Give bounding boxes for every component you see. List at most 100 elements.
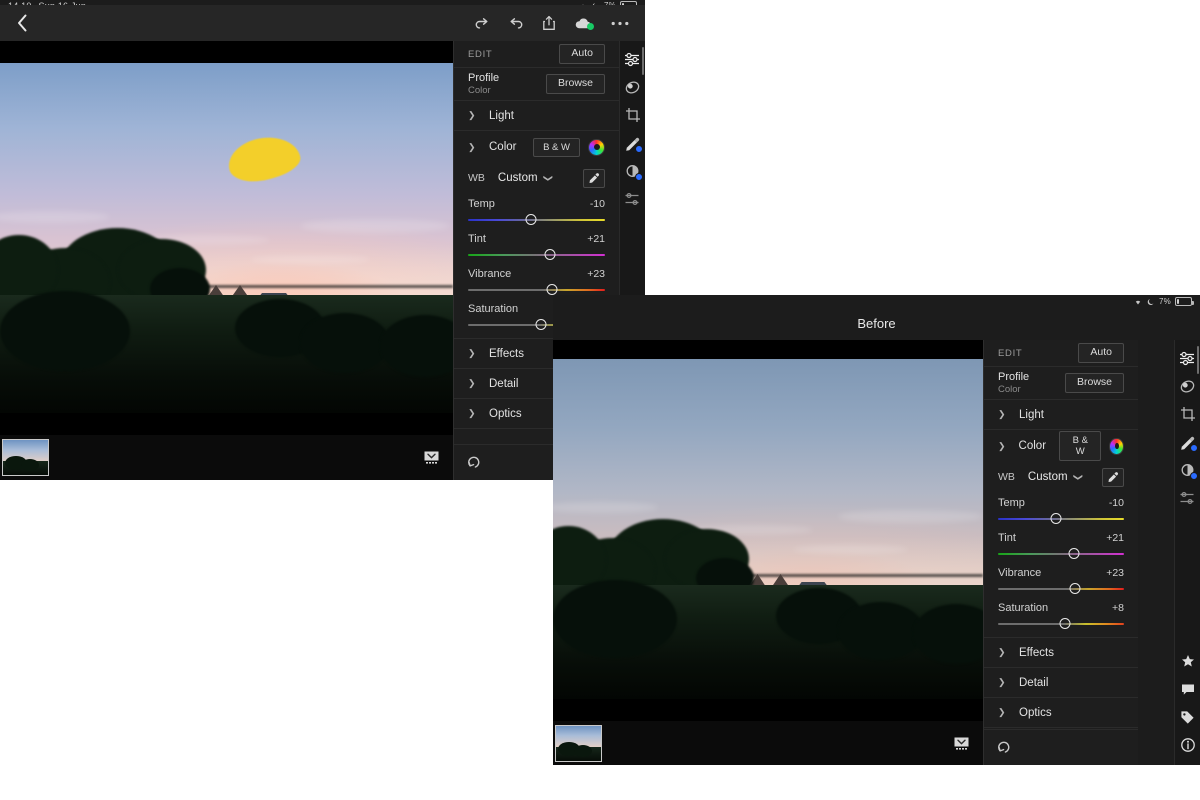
section-detail-label: Detail (489, 377, 519, 390)
section-color[interactable]: ❯ Color B & W (454, 131, 619, 163)
slider-saturation-value: +8 (1112, 602, 1124, 614)
eyedropper-icon[interactable] (583, 168, 605, 188)
section-light[interactable]: ❯ Light (984, 400, 1138, 430)
section-optics-label: Optics (1019, 706, 1052, 719)
slider-temp-value: -10 (589, 198, 605, 210)
star-rating-icon[interactable] (1175, 647, 1200, 675)
filmstrip-bar (0, 435, 453, 480)
slider-tint[interactable]: Tint +21 (984, 527, 1138, 562)
healing-brush-icon[interactable] (620, 129, 645, 157)
profile-label: Profile (998, 371, 1030, 383)
comments-icon[interactable] (1175, 675, 1200, 703)
section-optics[interactable]: ❯ Optics (984, 698, 1138, 728)
section-effects-label: Effects (489, 347, 524, 360)
section-color[interactable]: ❯ Color B & W (984, 430, 1138, 462)
section-detail[interactable]: ❯ Detail (984, 668, 1138, 698)
slider-temp-label: Temp (468, 198, 495, 210)
presets-icon[interactable] (620, 73, 645, 101)
masking-icon[interactable] (620, 157, 645, 185)
edit-panel-bottom: EDIT Auto Profile Color Browse ❯ Light ❯… (983, 340, 1138, 765)
profile-label: Profile (468, 72, 500, 84)
back-button[interactable] (0, 14, 44, 32)
battery-icon (1175, 297, 1194, 306)
chevron-right-icon: ❯ (468, 348, 476, 358)
reset-undo-icon[interactable] (468, 456, 483, 469)
section-detail-label: Detail (1019, 676, 1049, 689)
browse-button[interactable]: Browse (545, 74, 605, 94)
crop-icon[interactable] (1175, 400, 1200, 428)
slider-temp-label: Temp (998, 497, 1025, 509)
filmstrip-toggle-icon[interactable] (424, 451, 439, 464)
bw-toggle-button[interactable]: B & W (533, 137, 580, 157)
wb-value[interactable]: Custom (498, 172, 538, 184)
photo-edited (0, 63, 453, 413)
screen-root: 14.10 Sun 16 Jun 7% (0, 0, 1200, 800)
chevron-right-icon: ❯ (468, 110, 476, 120)
white-balance-row[interactable]: WB Custom ❯ (984, 462, 1138, 492)
eyedropper-icon[interactable] (1102, 467, 1124, 487)
section-color-label: Color (489, 141, 517, 153)
chevron-right-icon: ❯ (998, 409, 1006, 419)
section-effects[interactable]: ❯ Effects (984, 638, 1138, 668)
slider-vibrance[interactable]: Vibrance +23 (454, 263, 619, 298)
filmstrip-thumbnail[interactable] (2, 439, 49, 476)
slider-vibrance-label: Vibrance (998, 567, 1042, 579)
photo-canvas-edited[interactable] (0, 41, 453, 435)
profile-row[interactable]: Profile Color Browse (454, 68, 619, 101)
chevron-down-icon: ❯ (998, 440, 1006, 451)
keyword-tag-icon[interactable] (1175, 703, 1200, 731)
section-light[interactable]: ❯ Light (454, 101, 619, 131)
browse-button[interactable]: Browse (1064, 373, 1124, 393)
wb-value[interactable]: Custom (1028, 471, 1068, 483)
healing-brush-icon[interactable] (1175, 428, 1200, 456)
photo-canvas-before[interactable] (553, 340, 983, 721)
versions-icon[interactable] (620, 185, 645, 213)
chevron-down-icon: ❯ (543, 174, 554, 182)
chevron-right-icon: ❯ (998, 647, 1006, 657)
tool-rail-bottom (1174, 340, 1200, 765)
bw-toggle-button[interactable]: B & W (1059, 431, 1102, 461)
reset-undo-icon[interactable] (998, 741, 1013, 754)
photo-before (553, 359, 983, 699)
white-balance-row[interactable]: WB Custom ❯ (454, 163, 619, 193)
share-icon[interactable] (542, 15, 556, 31)
filmstrip-toggle-icon[interactable] (954, 737, 969, 750)
rail-scrollbar[interactable] (1197, 346, 1199, 374)
cloud-sync-icon[interactable] (574, 16, 594, 30)
info-icon[interactable] (1175, 731, 1200, 759)
slider-saturation[interactable]: Saturation +8 (984, 597, 1138, 637)
color-wheel-icon[interactable] (1109, 437, 1124, 455)
slider-temp[interactable]: Temp -10 (984, 492, 1138, 527)
rail-scrollbar[interactable] (642, 47, 644, 75)
section-effects-label: Effects (1019, 646, 1054, 659)
edit-header: EDIT Auto (984, 340, 1138, 367)
panel-footer (984, 729, 1138, 765)
chevron-right-icon: ❯ (998, 677, 1006, 687)
chevron-right-icon: ❯ (998, 707, 1006, 717)
crop-icon[interactable] (620, 101, 645, 129)
slider-saturation-label: Saturation (998, 602, 1049, 614)
slider-tint[interactable]: Tint +21 (454, 228, 619, 263)
filmstrip-thumbnail[interactable] (555, 724, 602, 762)
auto-button[interactable]: Auto (559, 44, 605, 64)
chevron-right-icon: ❯ (468, 378, 476, 388)
masking-icon[interactable] (1175, 456, 1200, 484)
auto-button[interactable]: Auto (1078, 343, 1124, 363)
slider-vibrance[interactable]: Vibrance +23 (984, 562, 1138, 597)
slider-temp-value: -10 (1108, 497, 1124, 509)
more-options-icon[interactable] (611, 21, 629, 26)
versions-icon[interactable] (1175, 484, 1200, 512)
profile-row[interactable]: Profile Color Browse (984, 367, 1138, 400)
edit-label: EDIT (468, 48, 493, 60)
filmstrip-bar (553, 721, 983, 765)
slider-saturation-label: Saturation (468, 303, 519, 315)
presets-icon[interactable] (1175, 372, 1200, 400)
redo-icon[interactable] (474, 16, 490, 30)
before-header: Before (553, 306, 1200, 340)
slider-vibrance-value: +23 (1106, 567, 1124, 579)
profile-value: Color (468, 85, 491, 96)
undo-icon[interactable] (508, 16, 524, 30)
slider-temp[interactable]: Temp -10 (454, 193, 619, 228)
edit-header: EDIT Auto (454, 41, 619, 68)
color-wheel-icon[interactable] (588, 138, 605, 156)
